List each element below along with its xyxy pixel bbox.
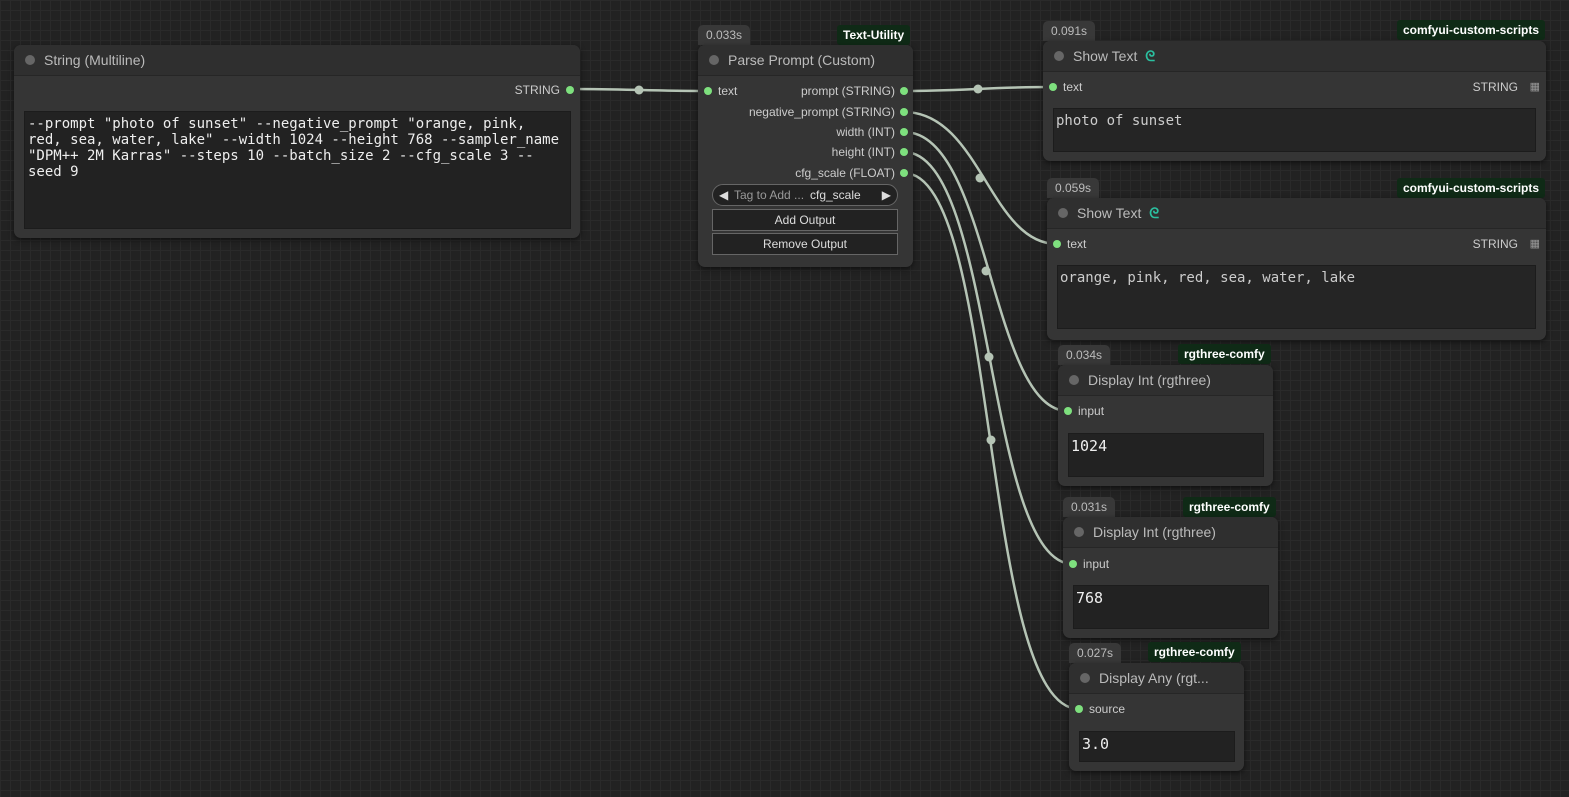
display-value: 3.0	[1079, 731, 1235, 762]
show-text-output[interactable]: orange, pink, red, sea, water, lake	[1057, 265, 1536, 329]
input-slot-dot[interactable]	[1053, 240, 1061, 248]
source-badge: rgthree-comfy	[1148, 642, 1241, 662]
output-slot-label: STRING	[514, 83, 560, 97]
input-slot-dot[interactable]	[1064, 407, 1072, 415]
pysssss-icon: ᘓ	[1145, 48, 1156, 64]
output-grid-icon[interactable]: ▦	[1530, 237, 1540, 250]
timing-label: 0.031s	[1063, 497, 1116, 517]
node-title-label: Show Text	[1077, 205, 1142, 221]
timing-label: 0.091s	[1043, 21, 1096, 41]
node-title: String (Multiline)	[44, 52, 146, 68]
wire-midpoint	[975, 173, 985, 183]
show-text-output[interactable]: photo of sunset	[1053, 108, 1536, 152]
input-slot-dot[interactable]	[1075, 705, 1083, 713]
node-title: Display Int (rgthree)	[1088, 372, 1211, 388]
output-slot-dot[interactable]	[900, 169, 908, 177]
node-title-bar[interactable]: Display Int (rgthree)	[1063, 517, 1278, 548]
timing-label: 0.027s	[1069, 643, 1122, 663]
input-slot-label: source	[1089, 702, 1126, 716]
combo-value: cfg_scale	[810, 188, 861, 202]
output-slot-label-prompt: prompt (STRING)	[800, 84, 895, 98]
input-slot-label: input	[1083, 557, 1110, 571]
wire-midpoint	[973, 84, 983, 94]
combo-right-arrow-icon[interactable]: ▶	[882, 188, 891, 202]
output-slot-dot[interactable]	[900, 128, 908, 136]
combo-label: Tag to Add ...	[734, 188, 805, 202]
multiline-text-input[interactable]: --prompt "photo of sunset" --negative_pr…	[24, 111, 571, 229]
node-title-label: Show Text	[1073, 48, 1138, 64]
source-badge: Text-Utility	[837, 25, 911, 45]
source-badge: rgthree-comfy	[1178, 344, 1271, 364]
node-title-bar[interactable]: String (Multiline)	[14, 45, 580, 76]
collapse-dot-icon[interactable]	[1080, 673, 1090, 683]
collapse-dot-icon[interactable]	[1069, 375, 1079, 385]
show-text-node[interactable]: Show Text ᘓ text STRING ▦ orange, pink, …	[1047, 198, 1546, 340]
collapse-dot-icon[interactable]	[25, 55, 35, 65]
input-slot-label: text	[718, 84, 738, 98]
string-multiline-node[interactable]: String (Multiline) STRING --prompt "phot…	[14, 45, 580, 238]
node-title: Display Any (rgt...	[1099, 670, 1209, 686]
source-badge: comfyui-custom-scripts	[1397, 178, 1546, 198]
source-badge: rgthree-comfy	[1183, 497, 1276, 517]
collapse-dot-icon[interactable]	[1054, 51, 1064, 61]
output-slot-label: STRING	[1472, 80, 1518, 94]
show-text-node[interactable]: Show Text ᘓ text STRING ▦ photo of sunse…	[1043, 41, 1546, 161]
collapse-dot-icon[interactable]	[1074, 527, 1084, 537]
timing-label: 0.059s	[1047, 178, 1100, 198]
node-title: Show Text ᘓ	[1077, 205, 1159, 222]
display-int-node[interactable]: Display Int (rgthree) input 768	[1063, 517, 1278, 638]
wire-midpoint	[981, 266, 991, 276]
node-title-bar[interactable]: Parse Prompt (Custom)	[698, 45, 913, 76]
input-slot-label: input	[1078, 404, 1105, 418]
node-title-bar[interactable]: Show Text ᘓ	[1043, 41, 1546, 72]
collapse-dot-icon[interactable]	[1058, 208, 1068, 218]
output-slot-dot[interactable]	[900, 108, 908, 116]
wire-midpoint	[984, 352, 994, 362]
remove-output-button[interactable]: Remove Output	[712, 233, 898, 255]
add-output-button[interactable]: Add Output	[712, 209, 898, 231]
node-title: Display Int (rgthree)	[1093, 524, 1216, 540]
output-slot-dot[interactable]	[900, 148, 908, 156]
combo-left-arrow-icon[interactable]: ◀	[719, 188, 728, 202]
output-slot-label-negative-prompt: negative_prompt (STRING)	[748, 105, 895, 119]
output-slot-label-height: height (INT)	[831, 145, 895, 159]
output-slot-label-width: width (INT)	[836, 125, 895, 139]
pysssss-icon: ᘓ	[1149, 205, 1160, 221]
tag-to-add-combo[interactable]: ◀ Tag to Add ... cfg_scale ▶	[712, 184, 898, 206]
wire-midpoint	[634, 85, 644, 95]
input-slot-label: text	[1067, 237, 1087, 251]
output-slot-label: STRING	[1472, 237, 1518, 251]
node-title-bar[interactable]: Display Int (rgthree)	[1058, 365, 1273, 396]
input-slot-dot[interactable]	[1049, 83, 1057, 91]
input-slot-label: text	[1063, 80, 1083, 94]
output-slot-dot[interactable]	[900, 87, 908, 95]
output-slot-label-cfg-scale: cfg_scale (FLOAT)	[795, 166, 895, 180]
wire-midpoint	[986, 435, 996, 445]
display-value: 1024	[1068, 433, 1264, 477]
node-title: Parse Prompt (Custom)	[728, 52, 876, 68]
input-slot-dot[interactable]	[704, 87, 712, 95]
node-title: Show Text ᘓ	[1073, 48, 1155, 65]
display-int-node[interactable]: Display Int (rgthree) input 1024	[1058, 365, 1273, 486]
output-slot-dot[interactable]	[566, 86, 574, 94]
node-title-bar[interactable]: Display Any (rgt...	[1069, 663, 1244, 694]
timing-label: 0.034s	[1058, 345, 1111, 365]
display-any-node[interactable]: Display Any (rgt... source 3.0	[1069, 663, 1244, 771]
source-badge: comfyui-custom-scripts	[1397, 20, 1546, 40]
node-title-bar[interactable]: Show Text ᘓ	[1047, 198, 1546, 229]
parse-prompt-node[interactable]: Parse Prompt (Custom) text prompt (STRIN…	[698, 45, 913, 267]
output-grid-icon[interactable]: ▦	[1530, 80, 1540, 93]
timing-label: 0.033s	[698, 25, 751, 45]
display-value: 768	[1073, 585, 1269, 629]
input-slot-dot[interactable]	[1069, 560, 1077, 568]
collapse-dot-icon[interactable]	[709, 55, 719, 65]
